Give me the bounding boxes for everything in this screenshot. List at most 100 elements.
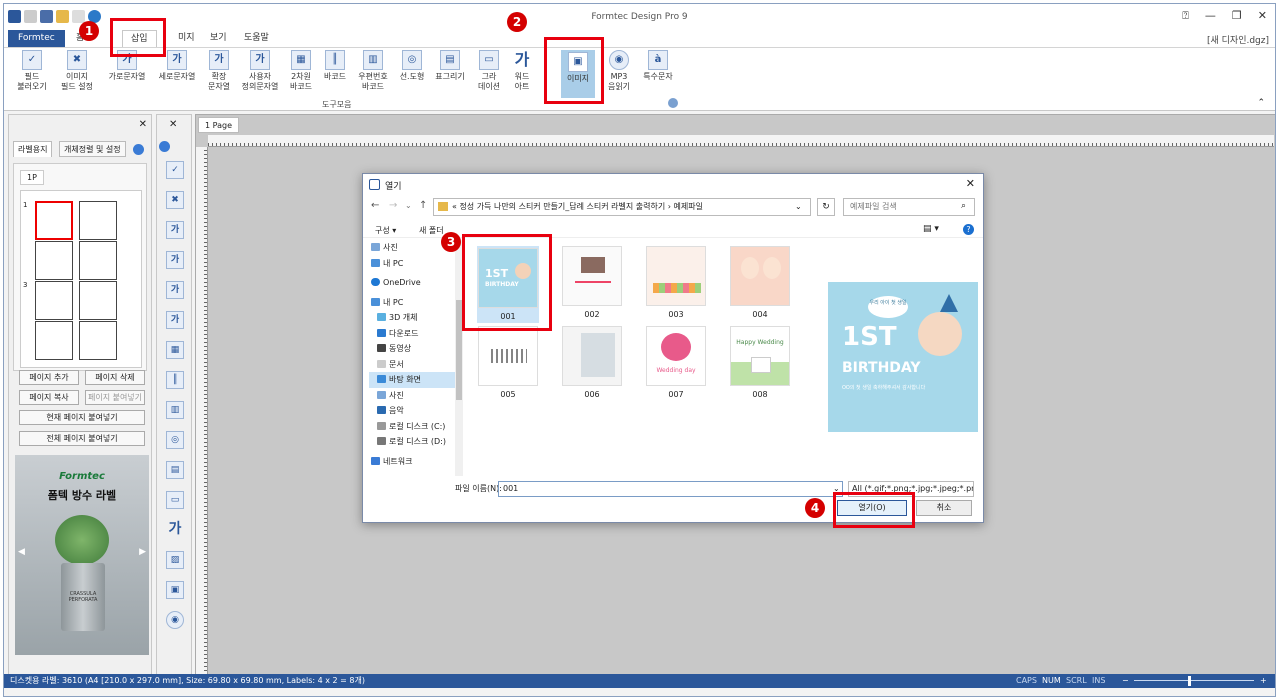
file-item-007[interactable]: Wedding day 007 bbox=[645, 326, 707, 399]
paste-all-pages-button[interactable]: 전체 페이지 붙여넣기 bbox=[19, 431, 145, 446]
tab-view[interactable]: 보기 bbox=[202, 30, 235, 47]
zoom-in-icon[interactable]: + bbox=[1260, 674, 1267, 688]
custom-text-tool-icon[interactable]: 가 bbox=[166, 311, 184, 329]
page-tab[interactable]: 1 Page bbox=[198, 117, 239, 133]
nav-item-downloads[interactable]: 다운로드 bbox=[369, 326, 460, 342]
ext-text-tool-icon[interactable]: 가 bbox=[166, 281, 184, 299]
file-item-003[interactable]: 003 bbox=[645, 246, 707, 319]
wordart-button[interactable]: 가 워드 아트 bbox=[508, 50, 536, 92]
back-icon[interactable]: ← bbox=[371, 200, 379, 211]
nav-item-drive-c[interactable]: 로컬 디스크 (C:) bbox=[369, 419, 460, 435]
h-text-tool-icon[interactable]: 가 bbox=[166, 221, 184, 239]
nav-item-videos[interactable]: 동영상 bbox=[369, 341, 460, 357]
image-tool-icon[interactable]: ▣ bbox=[166, 581, 184, 599]
nav-item-documents[interactable]: 문서 bbox=[369, 357, 460, 373]
label-cell[interactable] bbox=[35, 241, 73, 280]
special-char-button[interactable]: à 특수문자 bbox=[640, 50, 676, 82]
qr-tool-icon[interactable]: ▦ bbox=[166, 341, 184, 359]
gradient-tool-icon[interactable]: ▭ bbox=[166, 491, 184, 509]
dialog-launcher-icon[interactable] bbox=[668, 98, 678, 108]
label-cell[interactable] bbox=[79, 281, 117, 320]
panel-next-icon[interactable] bbox=[133, 144, 144, 155]
label-cell[interactable] bbox=[35, 281, 73, 320]
tab-image-partial[interactable]: 미지 bbox=[170, 30, 203, 47]
dialog-close-icon[interactable]: ✕ bbox=[966, 177, 975, 190]
barcode-tool-icon[interactable]: ║ bbox=[166, 371, 184, 389]
toolstrip-nav-icon[interactable] bbox=[159, 141, 170, 152]
label-cell[interactable] bbox=[35, 321, 73, 360]
toolstrip-close-icon[interactable]: ✕ bbox=[169, 119, 177, 130]
file-item-004[interactable]: 004 bbox=[729, 246, 791, 319]
page-tab-1p[interactable]: 1P bbox=[20, 170, 44, 185]
nav-item-this-pc[interactable]: 내 PC bbox=[369, 256, 460, 272]
picture-tool-icon[interactable]: ▨ bbox=[166, 551, 184, 569]
qr-barcode-button[interactable]: ▦ 2차원 바코드 bbox=[286, 50, 316, 92]
paste-current-page-button[interactable]: 현재 페이지 붙여넣기 bbox=[19, 410, 145, 425]
tab-label-paper[interactable]: 라벨용지 bbox=[13, 141, 53, 157]
label-cell[interactable] bbox=[79, 241, 117, 280]
shape-tool-icon[interactable]: ◎ bbox=[166, 431, 184, 449]
gradient-button[interactable]: ▭ 그라 데이션 bbox=[474, 50, 504, 92]
filename-input[interactable]: 001 bbox=[498, 481, 843, 497]
collapse-ribbon-icon[interactable]: ⌃ bbox=[1257, 98, 1265, 108]
postal-tool-icon[interactable]: ▥ bbox=[166, 401, 184, 419]
field-load-button[interactable]: ✓ 필드 불러오기 bbox=[14, 50, 50, 92]
view-options-icon[interactable]: ▤ ▾ bbox=[923, 224, 939, 234]
address-bar[interactable]: « 정성 가득 나만의 스티커 만들기_답례 스티커 라벨지 출력하기 › 예제… bbox=[433, 198, 811, 216]
zoom-slider[interactable] bbox=[1134, 680, 1254, 681]
up-icon[interactable]: ↑ bbox=[419, 200, 427, 211]
tab-help[interactable]: 도움말 bbox=[236, 30, 277, 47]
custom-text-button[interactable]: 가 사용자 정의문자열 bbox=[238, 50, 282, 92]
history-dropdown-icon[interactable]: ⌄ bbox=[405, 201, 412, 210]
wordart-tool-icon[interactable]: 가 bbox=[166, 521, 184, 539]
help-icon[interactable]: ⍰ bbox=[1182, 9, 1189, 23]
tab-formtec[interactable]: Formtec bbox=[8, 30, 65, 47]
nav-item-3d-objects[interactable]: 3D 개체 bbox=[369, 310, 460, 326]
panel-close-icon[interactable]: ✕ bbox=[139, 119, 147, 130]
zoom-out-icon[interactable]: − bbox=[1122, 674, 1129, 688]
label-cell-selected[interactable] bbox=[35, 201, 73, 240]
tab-object-align[interactable]: 개체정렬 및 설정 bbox=[59, 141, 126, 157]
nav-item-drive-d[interactable]: 로컬 디스크 (D:) bbox=[369, 434, 460, 450]
table-tool-icon[interactable]: ▤ bbox=[166, 461, 184, 479]
label-cell[interactable] bbox=[79, 321, 117, 360]
nav-item-my-pc[interactable]: 내 PC bbox=[369, 295, 460, 311]
organize-button[interactable]: 구성 ▾ bbox=[375, 225, 396, 236]
barcode-button[interactable]: ║ 바코드 bbox=[320, 50, 350, 82]
zoom-thumb[interactable] bbox=[1188, 676, 1191, 686]
dialog-search-input[interactable]: 예제파일 검색 bbox=[843, 198, 975, 216]
image-field-tool-icon[interactable]: ✖ bbox=[166, 191, 184, 209]
image-field-button[interactable]: ✖ 이미지 필드 설정 bbox=[56, 50, 98, 92]
delete-page-button[interactable]: 페이지 삭제 bbox=[85, 370, 145, 385]
help-icon[interactable]: ? bbox=[963, 224, 974, 235]
file-item-005[interactable]: 005 bbox=[477, 326, 539, 399]
add-page-button[interactable]: 페이지 추가 bbox=[19, 370, 79, 385]
nav-item-onedrive[interactable]: OneDrive bbox=[369, 275, 460, 291]
cancel-button[interactable]: 취소 bbox=[916, 500, 972, 516]
file-item-008[interactable]: Happy Wedding 008 bbox=[729, 326, 791, 399]
copy-page-button[interactable]: 페이지 복사 bbox=[19, 390, 79, 405]
mp3-tool-icon[interactable]: ◉ bbox=[166, 611, 184, 629]
nav-item-desktop[interactable]: 바탕 화면 bbox=[369, 372, 460, 388]
forward-icon[interactable]: → bbox=[389, 200, 397, 211]
refresh-icon[interactable]: ↻ bbox=[817, 198, 835, 216]
next-slide-icon[interactable]: ▶ bbox=[139, 547, 146, 557]
field-tool-icon[interactable]: ✓ bbox=[166, 161, 184, 179]
close-icon[interactable]: ✕ bbox=[1258, 9, 1267, 23]
shapes-button[interactable]: ◎ 선.도형 bbox=[396, 50, 428, 82]
paste-page-button[interactable]: 페이지 붙여넣기 bbox=[85, 390, 145, 405]
restore-icon[interactable]: ❐ bbox=[1232, 9, 1242, 23]
address-dropdown-icon[interactable]: ⌄ bbox=[795, 202, 802, 211]
label-cell[interactable] bbox=[79, 201, 117, 240]
v-text-tool-icon[interactable]: 가 bbox=[166, 251, 184, 269]
new-folder-button[interactable]: 새 폴더 bbox=[419, 225, 444, 236]
prev-slide-icon[interactable]: ◀ bbox=[18, 547, 25, 557]
nav-item-music[interactable]: 음악 bbox=[369, 403, 460, 419]
table-button[interactable]: ▤ 표그리기 bbox=[432, 50, 468, 82]
mp3-button[interactable]: ◉ MP3 음읽기 bbox=[604, 50, 634, 92]
minimize-icon[interactable]: — bbox=[1205, 9, 1216, 23]
ad-banner[interactable]: Formtec 폼텍 방수 라벨 CRASSULA PERFORATA ◀ ▶ bbox=[15, 455, 149, 655]
nav-item-pictures-2[interactable]: 사진 bbox=[369, 388, 460, 404]
file-item-006[interactable]: 006 bbox=[561, 326, 623, 399]
extended-text-button[interactable]: 가 확장 문자열 bbox=[204, 50, 234, 92]
